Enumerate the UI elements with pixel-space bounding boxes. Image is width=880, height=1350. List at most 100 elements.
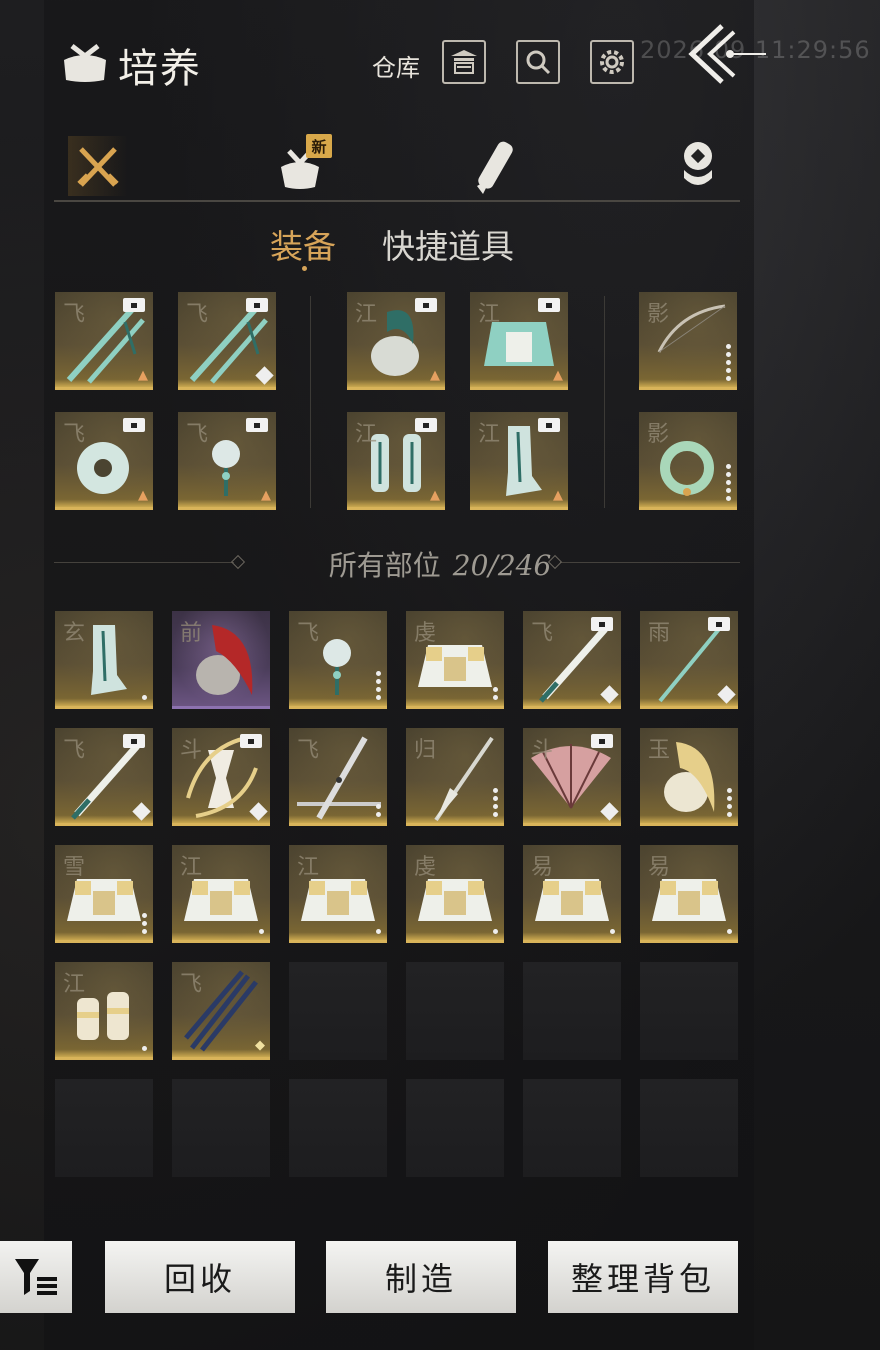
empty-slot[interactable]: [640, 962, 738, 1060]
item-slot[interactable]: 江 ▲: [470, 412, 568, 510]
filter-button[interactable]: [0, 1241, 72, 1313]
item-slot[interactable]: 飞 ◆: [172, 962, 270, 1060]
item-slot[interactable]: 易: [640, 845, 738, 943]
item-slot[interactable]: 江: [289, 845, 387, 943]
level-badge-icon: [415, 298, 437, 312]
empty-slot[interactable]: [289, 962, 387, 1060]
sort-bag-button[interactable]: 整理背包: [548, 1241, 738, 1313]
category-tabs: [54, 128, 740, 202]
item-slot[interactable]: 前: [172, 611, 270, 709]
empty-slot[interactable]: [406, 1079, 504, 1177]
item-slot[interactable]: 斗: [172, 728, 270, 826]
empty-slot[interactable]: [406, 962, 504, 1060]
item-slot[interactable]: 雨: [640, 611, 738, 709]
upgrade-arrow-icon: ▲: [430, 368, 440, 383]
level-badge-icon: [123, 418, 145, 432]
level-badge-icon: [123, 298, 145, 312]
quality-dots: [376, 804, 381, 817]
quality-dots: [376, 671, 381, 700]
all-parts-label: 所有部位: [328, 549, 441, 582]
quality-dots: [727, 929, 732, 934]
item-slot[interactable]: 影: [639, 292, 737, 390]
tab-scrolls[interactable]: [466, 136, 526, 196]
tab-weapons[interactable]: [68, 136, 128, 196]
inventory-count: 20/246: [452, 549, 552, 582]
item-slot[interactable]: 飞: [523, 611, 621, 709]
upgrade-arrow-icon: ▲: [138, 368, 148, 383]
search-button[interactable]: [516, 40, 560, 84]
search-icon: [526, 50, 551, 75]
item-slot[interactable]: 飞: [289, 611, 387, 709]
item-slot[interactable]: 虔: [406, 611, 504, 709]
set-character: 江: [355, 302, 378, 327]
set-character: 斗: [180, 738, 203, 763]
item-slot[interactable]: 易: [523, 845, 621, 943]
set-character: 斗: [531, 738, 554, 763]
item-slot[interactable]: 玉: [640, 728, 738, 826]
item-slot[interactable]: 飞: [289, 728, 387, 826]
set-character: 飞: [180, 972, 203, 997]
set-character: 雨: [648, 621, 671, 646]
set-character: 玄: [63, 621, 86, 646]
item-slot[interactable]: 江 ▲: [470, 292, 568, 390]
empty-slot[interactable]: [523, 1079, 621, 1177]
quality-dots: [610, 929, 615, 934]
empty-slot[interactable]: [289, 1079, 387, 1177]
upgrade-arrow-icon: ▲: [553, 488, 563, 503]
header: 培养 仓库 2026 09 11:29:56: [60, 24, 880, 98]
empty-slot[interactable]: [172, 1079, 270, 1177]
quality-dots: [493, 687, 498, 700]
item-slot[interactable]: 飞 ▲: [55, 292, 153, 390]
item-slot[interactable]: 虔: [406, 845, 504, 943]
warehouse-button[interactable]: [442, 40, 486, 84]
bundle-icon: [64, 44, 106, 82]
item-slot[interactable]: 斗: [523, 728, 621, 826]
quality-dots: [726, 344, 731, 381]
item-slot[interactable]: 飞: [55, 728, 153, 826]
item-slot[interactable]: 江: [55, 962, 153, 1060]
quality-dots: [142, 695, 147, 700]
inventory-count-label: 所有部位 20/246: [0, 544, 880, 584]
tab-equipment[interactable]: 装备: [270, 220, 336, 268]
item-slot[interactable]: 雪: [55, 845, 153, 943]
set-character: 飞: [186, 302, 209, 327]
quality-dots: [726, 464, 731, 501]
empty-slot[interactable]: [523, 962, 621, 1060]
tab-quick-items[interactable]: 快捷道具: [382, 220, 514, 268]
upgrade-arrow-icon: ▲: [138, 488, 148, 503]
quality-dots: [142, 1046, 147, 1051]
item-slot[interactable]: 归: [406, 728, 504, 826]
item-slot[interactable]: 江: [172, 845, 270, 943]
item-slot[interactable]: 江 ▲: [347, 292, 445, 390]
item-slot[interactable]: 影: [639, 412, 737, 510]
item-slot[interactable]: 飞 ▲: [178, 412, 276, 510]
set-character: 江: [180, 855, 203, 880]
craft-button[interactable]: 制造: [326, 1241, 516, 1313]
quality-dots: [727, 788, 732, 817]
level-badge-icon: [246, 298, 268, 312]
diamond-icon: ◆: [255, 1038, 265, 1053]
coin-stack-icon: [684, 142, 712, 185]
quality-dots: [493, 788, 498, 817]
back-arrow-icon[interactable]: [682, 20, 772, 90]
empty-slot[interactable]: [640, 1079, 738, 1177]
set-character: 江: [478, 302, 501, 327]
set-character: 飞: [63, 422, 86, 447]
set-character: 虔: [414, 855, 437, 880]
upgrade-arrow-icon: ▲: [553, 368, 563, 383]
set-character: 江: [355, 422, 378, 447]
set-character: 虔: [414, 621, 437, 646]
item-slot[interactable]: 飞 ▲: [55, 412, 153, 510]
item-slot[interactable]: 江 ▲: [347, 412, 445, 510]
set-character: 玉: [648, 738, 671, 763]
empty-slot[interactable]: [55, 1079, 153, 1177]
settings-button[interactable]: [590, 40, 634, 84]
item-slot[interactable]: 玄: [55, 611, 153, 709]
level-badge-icon: [708, 617, 730, 631]
set-character: 飞: [297, 621, 320, 646]
recycle-button[interactable]: 回收: [105, 1241, 295, 1313]
gear-icon: [600, 50, 624, 74]
tab-currency[interactable]: [668, 136, 728, 196]
active-tab-indicator: [302, 266, 307, 271]
item-slot[interactable]: 飞: [178, 292, 276, 390]
